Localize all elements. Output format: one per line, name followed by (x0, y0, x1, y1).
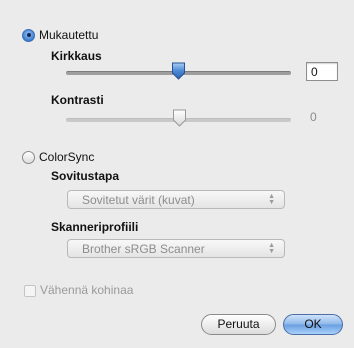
cancel-button[interactable]: Peruuta (201, 314, 276, 335)
contrast-label: Kontrasti (51, 93, 104, 107)
image-settings-panel: Mukautettu Kirkkaus 0 Kontrasti 0 ColorS… (0, 0, 354, 348)
brightness-value-field[interactable]: 0 (306, 62, 338, 81)
noise-reduction-label[interactable]: Vähennä kohinaa (40, 283, 133, 297)
custom-radio[interactable] (22, 28, 35, 42)
popup-arrows-icon: ▲ ▼ (268, 193, 275, 206)
contrast-slider-thumb[interactable] (172, 109, 187, 127)
brightness-slider-thumb[interactable] (171, 62, 186, 80)
scanner-profile-value: Brother sRGB Scanner (82, 242, 205, 256)
colorsync-radio-label[interactable]: ColorSync (39, 150, 94, 164)
popup-arrows-icon: ▲ ▼ (268, 242, 275, 255)
contrast-value-field[interactable]: 0 (306, 108, 338, 127)
scanner-profile-label: Skanneriprofiili (51, 220, 139, 234)
ok-button[interactable]: OK (283, 314, 343, 335)
scanner-profile-popup[interactable]: Brother sRGB Scanner ▲ ▼ (67, 239, 285, 258)
noise-reduction-checkbox[interactable] (24, 285, 36, 297)
colorsync-radio-row[interactable]: ColorSync (22, 150, 94, 164)
custom-radio-row[interactable]: Mukautettu (22, 28, 98, 42)
colorsync-radio[interactable] (22, 150, 35, 164)
custom-radio-label[interactable]: Mukautettu (39, 28, 98, 42)
brightness-label: Kirkkaus (51, 49, 102, 63)
matching-method-value: Sovitetut värit (kuvat) (82, 193, 195, 207)
matching-method-label: Sovitustapa (51, 169, 120, 183)
matching-method-popup[interactable]: Sovitetut värit (kuvat) ▲ ▼ (67, 190, 285, 209)
